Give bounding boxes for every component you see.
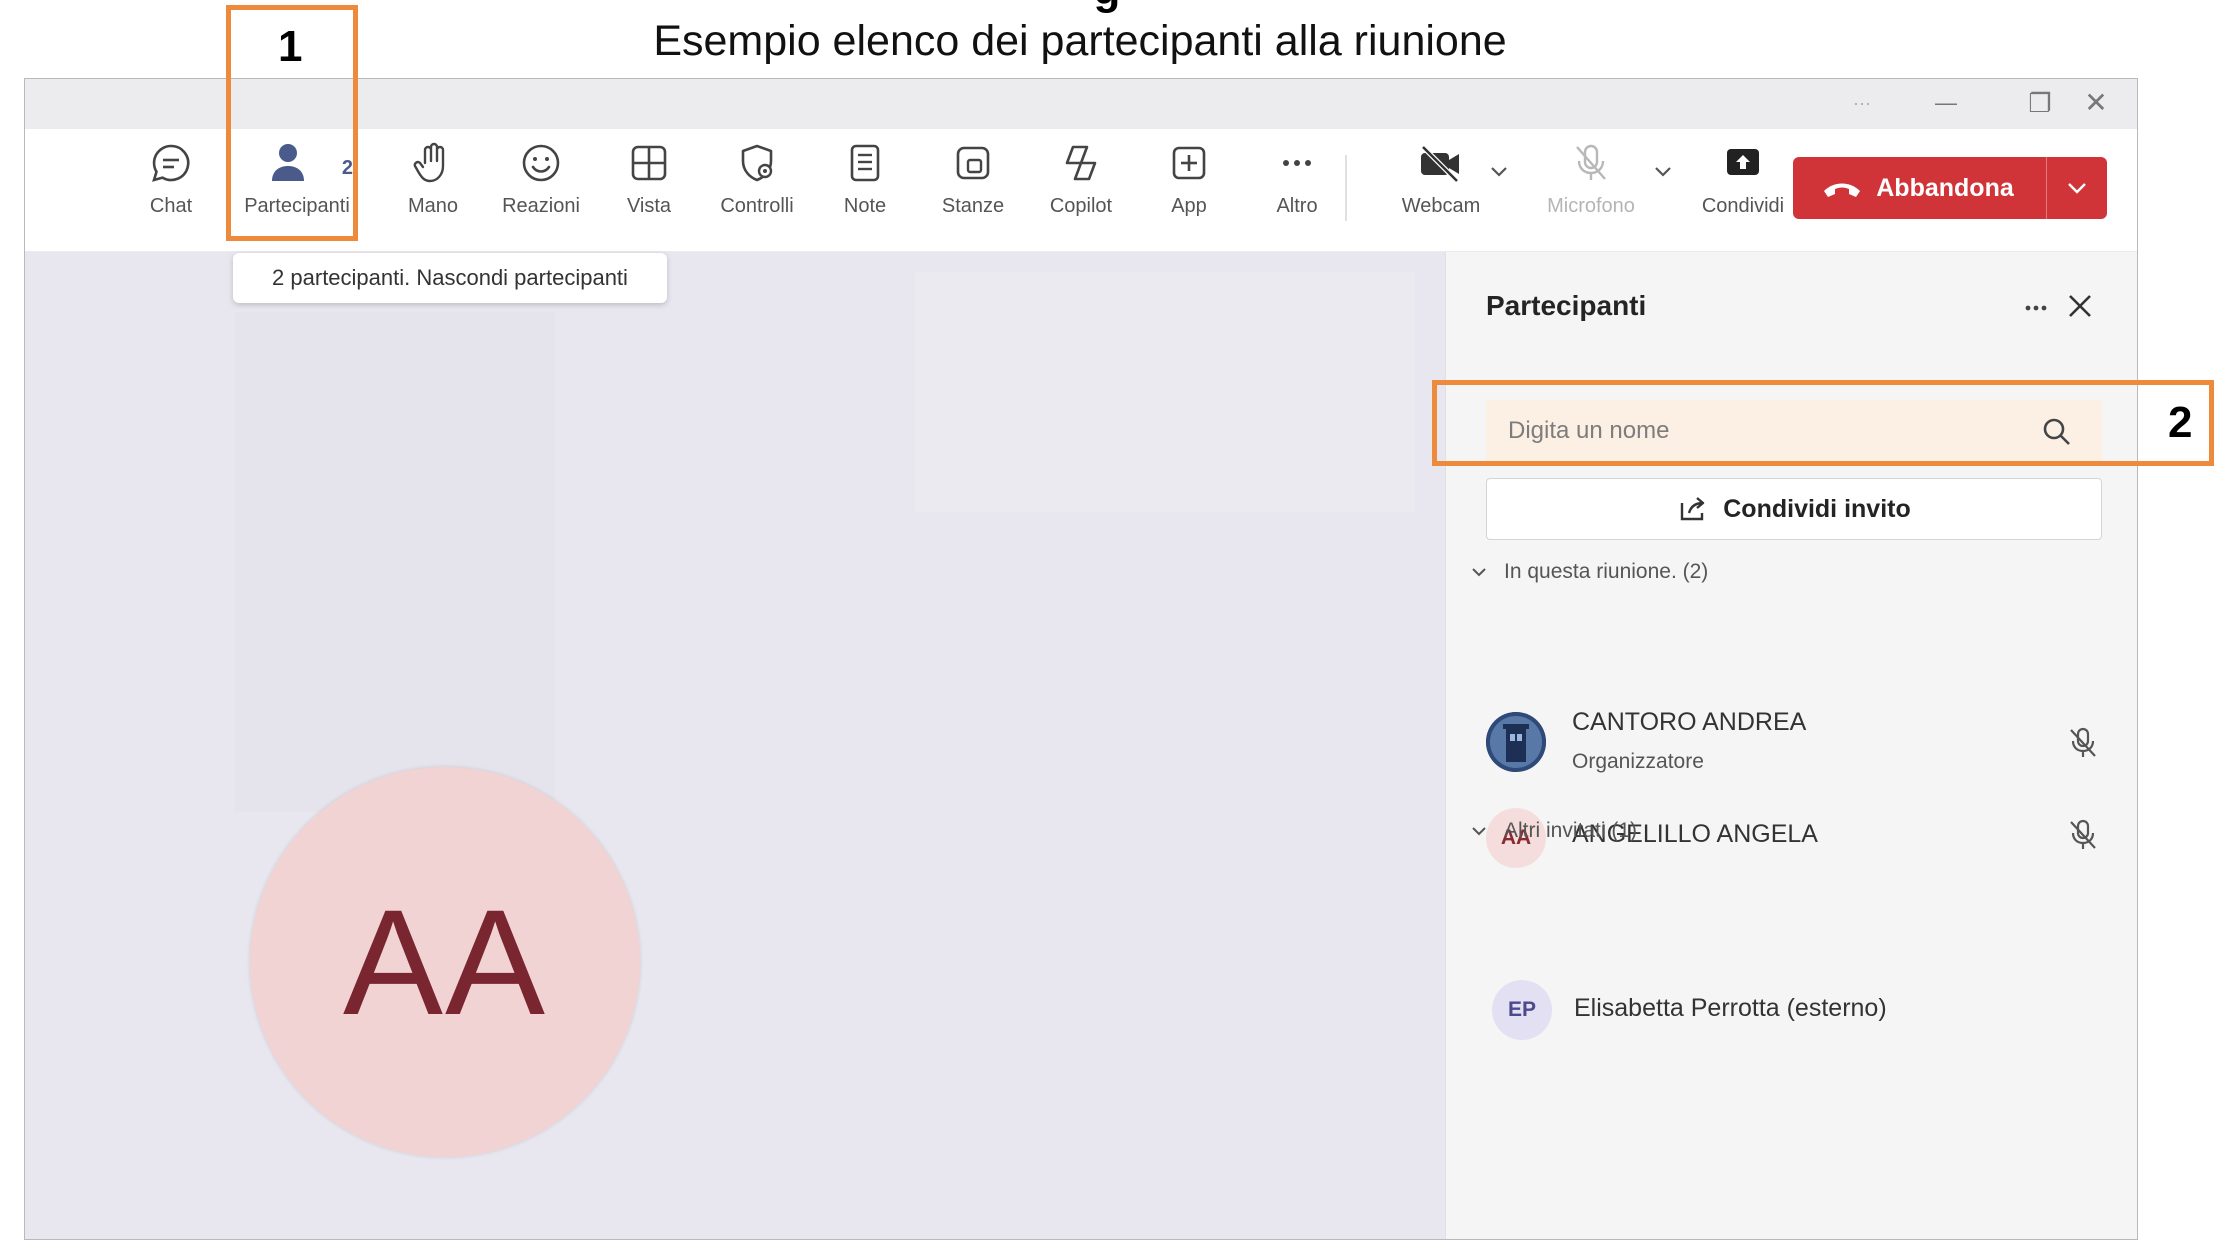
share-screen-label: Condividi [1701,195,1785,217]
share-invite-button[interactable]: Condividi invito [1486,478,2102,540]
notes-icon [850,144,880,182]
participant-row[interactable]: CANTORO ANDREA Organizzatore [1486,706,2116,776]
rooms-label: Stanze [941,195,1005,217]
raise-hand-label: Mano [407,195,459,217]
reactions-button[interactable]: Reazioni [491,141,591,241]
webcam-button[interactable]: Webcam [1391,141,1491,241]
chevron-down-icon [1655,167,1671,177]
mic-off-icon [2070,819,2096,849]
participants-tooltip: 2 partecipanti. Nascondi partecipanti [233,253,667,303]
toolbar-separator [1345,155,1347,221]
chevron-down-icon [1472,568,1486,577]
panel-title: Partecipanti [1486,290,1647,321]
close-window-button[interactable]: ✕ [2071,85,2121,121]
camera-off-icon [1421,145,1459,183]
mic-off-icon [1576,144,1606,180]
callout-box-2 [1432,380,2214,466]
more-actions-button[interactable]: Altro [1247,141,1347,241]
leave-button-group: Abbandona [1793,157,2107,219]
leave-options-dropdown[interactable] [2046,157,2107,219]
rooms-icon [956,146,990,180]
controls-button[interactable]: Controlli [707,141,807,241]
chevron-down-icon [2068,183,2086,194]
avatar [1486,712,1546,772]
teams-meeting-window: ··· — ❐ ✕ Chat 2 Partecipanti Mano Reazi… [24,78,2138,1240]
more-actions-label: Altro [1276,195,1318,217]
rooms-button[interactable]: Stanze [923,141,1023,241]
microphone-button[interactable]: Microfono [1541,141,1641,241]
avatar: EP [1492,980,1552,1040]
group-title: Altri invitati (1) [1504,819,1638,842]
share-invite-icon [1681,497,1705,521]
grid-view-icon [631,145,667,181]
webcam-options-dropdown[interactable] [1481,159,1517,199]
group-header-in-meeting[interactable]: In questa riunione. (2) [1470,560,1708,584]
add-app-icon [1172,146,1206,180]
raise-hand-icon [413,142,445,183]
smiley-icon [522,144,560,182]
participant-row[interactable]: EP Elisabetta Perrotta (esterno) [1486,974,2116,1044]
more-icon [2025,305,2047,311]
mic-off-icon [2070,727,2096,757]
share-screen-button[interactable]: Condividi [1693,141,1793,241]
callout-number-2: 2 [2168,398,2193,447]
stage-background [915,272,1415,512]
shield-gear-icon [741,144,773,182]
restore-button[interactable]: ❐ [2015,85,2065,121]
participant-role: Organizzatore [1572,750,1704,773]
raise-hand-button[interactable]: Mano [383,141,483,241]
view-label: Vista [626,195,672,217]
share-invite-label: Condividi invito [1723,494,1911,523]
avatar-initials: AA [342,877,548,1046]
apps-button[interactable]: App [1139,141,1239,241]
chevron-down-icon [1472,827,1486,836]
reactions-label: Reazioni [502,195,580,217]
group-title: In questa riunione. (2) [1504,560,1709,583]
window-more-button[interactable]: ··· [1837,85,1887,121]
notes-button[interactable]: Note [815,141,915,241]
hang-up-icon [1824,183,1861,197]
controls-label: Controlli [720,195,794,217]
more-icon [1283,160,1311,166]
close-icon [2069,295,2091,317]
chevron-down-icon [1491,167,1507,177]
copilot-button[interactable]: Copilot [1031,141,1131,241]
webcam-label: Webcam [1401,195,1481,217]
participant-video-avatar: AA [250,767,640,1157]
panel-more-button[interactable] [2016,288,2056,328]
apps-label: App [1171,195,1207,217]
participant-name: Elisabetta Perrotta (esterno) [1574,994,1887,1022]
copilot-label: Copilot [1049,195,1113,217]
group-header-other-invited[interactable]: Altri invitati (1) [1470,819,1637,843]
callout-number-1: 1 [278,22,303,71]
notes-label: Note [843,195,887,217]
panel-close-button[interactable] [2060,286,2100,326]
participant-name: CANTORO ANDREA [1572,708,1807,736]
minimize-button[interactable]: — [1921,85,1971,121]
chat-icon [152,144,190,182]
chat-button[interactable]: Chat [121,141,221,241]
microphone-label: Microfono [1547,195,1635,217]
chat-label: Chat [149,195,193,217]
profile-photo [1486,712,1546,772]
leave-label: Abbandona [1876,173,2014,202]
microphone-options-dropdown[interactable] [1645,159,1681,199]
stage-background [235,312,555,812]
video-stage: AA [25,252,1445,1239]
leave-button[interactable]: Abbandona [1793,157,2043,219]
view-button[interactable]: Vista [599,141,699,241]
share-screen-icon [1727,149,1759,175]
copilot-icon [1065,145,1097,181]
